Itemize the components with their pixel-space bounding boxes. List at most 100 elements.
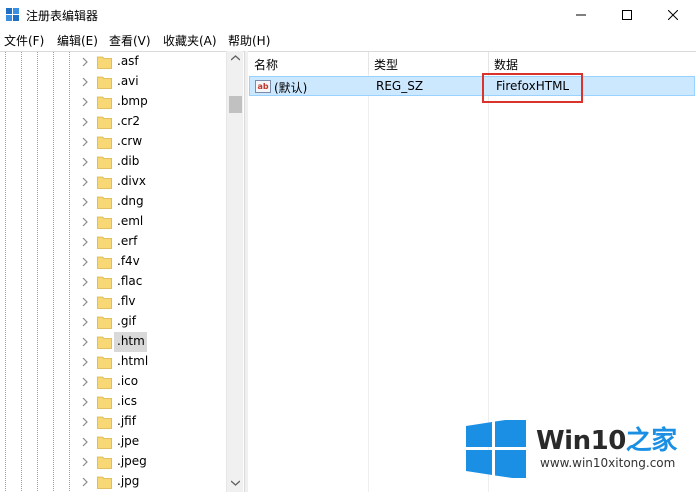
- folder-icon: [97, 336, 112, 349]
- tree-item[interactable]: .jfif: [0, 412, 226, 432]
- tree-item[interactable]: .asf: [0, 52, 226, 72]
- folder-icon: [97, 276, 112, 289]
- tree-item[interactable]: .cr2: [0, 112, 226, 132]
- folder-icon: [97, 396, 112, 409]
- chevron-right-icon[interactable]: [79, 276, 91, 288]
- menu-file[interactable]: 文件(F): [4, 32, 44, 49]
- tree-item-label: .gif: [117, 314, 136, 328]
- string-value-icon: ab: [255, 80, 271, 93]
- value-row-default[interactable]: ab (默认) REG_SZ FirefoxHTML: [249, 76, 695, 96]
- annotation-highlight-box: [482, 73, 583, 103]
- tree-item-label: .bmp: [117, 94, 148, 108]
- tree-item[interactable]: .gif: [0, 312, 226, 332]
- title-bar: 注册表编辑器: [0, 0, 696, 30]
- chevron-right-icon[interactable]: [79, 316, 91, 328]
- menu-view[interactable]: 查看(V): [109, 32, 151, 49]
- scrollbar-thumb[interactable]: [229, 96, 242, 113]
- chevron-right-icon[interactable]: [79, 396, 91, 408]
- chevron-right-icon[interactable]: [79, 96, 91, 108]
- column-separator[interactable]: [488, 52, 489, 74]
- tree-item[interactable]: .f4v: [0, 252, 226, 272]
- maximize-icon: [622, 10, 632, 20]
- value-name: (默认): [274, 81, 308, 95]
- windows-logo-icon: [466, 420, 526, 478]
- tree-item[interactable]: .jpg: [0, 472, 226, 492]
- close-icon: [668, 10, 678, 20]
- chevron-right-icon[interactable]: [79, 56, 91, 68]
- tree-item[interactable]: .erf: [0, 232, 226, 252]
- tree-item[interactable]: .jpe: [0, 432, 226, 452]
- close-button[interactable]: [650, 0, 696, 30]
- tree-item[interactable]: .flv: [0, 292, 226, 312]
- tree-item-label: .erf: [117, 234, 138, 248]
- tree-item[interactable]: .eml: [0, 212, 226, 232]
- folder-icon: [97, 456, 112, 469]
- tree-item[interactable]: .jpeg: [0, 452, 226, 472]
- tree-item-label: .eml: [117, 214, 144, 228]
- menu-bar: 文件(F) 编辑(E) 查看(V) 收藏夹(A) 帮助(H): [0, 30, 696, 50]
- tree-item-label: .ics: [117, 394, 137, 408]
- minimize-icon: [576, 14, 586, 16]
- chevron-right-icon[interactable]: [79, 176, 91, 188]
- tree-item[interactable]: .ics: [0, 392, 226, 412]
- watermark-title: Win10之家: [536, 420, 677, 457]
- tree-item[interactable]: .avi: [0, 72, 226, 92]
- folder-icon: [97, 436, 112, 449]
- scroll-up-arrow-icon[interactable]: [231, 55, 240, 61]
- scroll-down-arrow-icon[interactable]: [231, 480, 240, 486]
- column-separator[interactable]: [368, 52, 369, 74]
- column-header-data[interactable]: 数据: [494, 52, 518, 74]
- chevron-right-icon[interactable]: [79, 136, 91, 148]
- tree-scrollbar[interactable]: [226, 51, 243, 492]
- tree-item-label: .asf: [117, 54, 139, 68]
- menu-edit[interactable]: 编辑(E): [57, 32, 98, 49]
- chevron-right-icon[interactable]: [79, 296, 91, 308]
- tree-item[interactable]: .htm: [0, 332, 226, 352]
- tree-item-label: .jpe: [117, 434, 140, 448]
- minimize-button[interactable]: [558, 0, 604, 30]
- tree-item-label: .html: [117, 354, 149, 368]
- watermark-title-main: Win10: [536, 426, 626, 456]
- folder-icon: [97, 196, 112, 209]
- chevron-right-icon[interactable]: [79, 256, 91, 268]
- chevron-right-icon[interactable]: [79, 216, 91, 228]
- chevron-right-icon[interactable]: [79, 76, 91, 88]
- tree-item-label: .cr2: [117, 114, 140, 128]
- chevron-right-icon[interactable]: [79, 416, 91, 428]
- tree-item[interactable]: .dib: [0, 152, 226, 172]
- menu-help[interactable]: 帮助(H): [228, 32, 270, 49]
- tree-item[interactable]: .crw: [0, 132, 226, 152]
- folder-icon: [97, 96, 112, 109]
- menu-favorites[interactable]: 收藏夹(A): [163, 32, 217, 49]
- chevron-right-icon[interactable]: [79, 156, 91, 168]
- tree-item[interactable]: .ico: [0, 372, 226, 392]
- tree-item-label: .avi: [117, 74, 139, 88]
- chevron-right-icon[interactable]: [79, 116, 91, 128]
- chevron-right-icon[interactable]: [79, 356, 91, 368]
- column-header-name[interactable]: 名称: [254, 52, 278, 74]
- folder-icon: [97, 316, 112, 329]
- tree-item-label: .dib: [117, 154, 140, 168]
- chevron-right-icon[interactable]: [79, 436, 91, 448]
- folder-icon: [97, 156, 112, 169]
- chevron-right-icon[interactable]: [79, 376, 91, 388]
- maximize-button[interactable]: [604, 0, 650, 30]
- tree-item-label: .ico: [117, 374, 139, 388]
- chevron-right-icon[interactable]: [79, 336, 91, 348]
- chevron-right-icon[interactable]: [79, 236, 91, 248]
- chevron-right-icon[interactable]: [79, 456, 91, 468]
- tree-item[interactable]: .divx: [0, 172, 226, 192]
- chevron-right-icon[interactable]: [79, 196, 91, 208]
- watermark: Win10之家 www.win10xitong.com: [462, 418, 696, 492]
- tree-item[interactable]: .flac: [0, 272, 226, 292]
- folder-icon: [97, 176, 112, 189]
- tree-item[interactable]: .bmp: [0, 92, 226, 112]
- chevron-right-icon[interactable]: [79, 476, 91, 488]
- regedit-app-icon: [6, 8, 19, 21]
- folder-icon: [97, 256, 112, 269]
- tree-item[interactable]: .html: [0, 352, 226, 372]
- column-header-type[interactable]: 类型: [374, 52, 398, 74]
- tree-item-label: .jpg: [117, 474, 140, 488]
- tree-item[interactable]: .dng: [0, 192, 226, 212]
- key-tree[interactable]: .asf .avi .bmp .cr2 .crw .dib .divx .dng .eml .er…: [0, 51, 244, 492]
